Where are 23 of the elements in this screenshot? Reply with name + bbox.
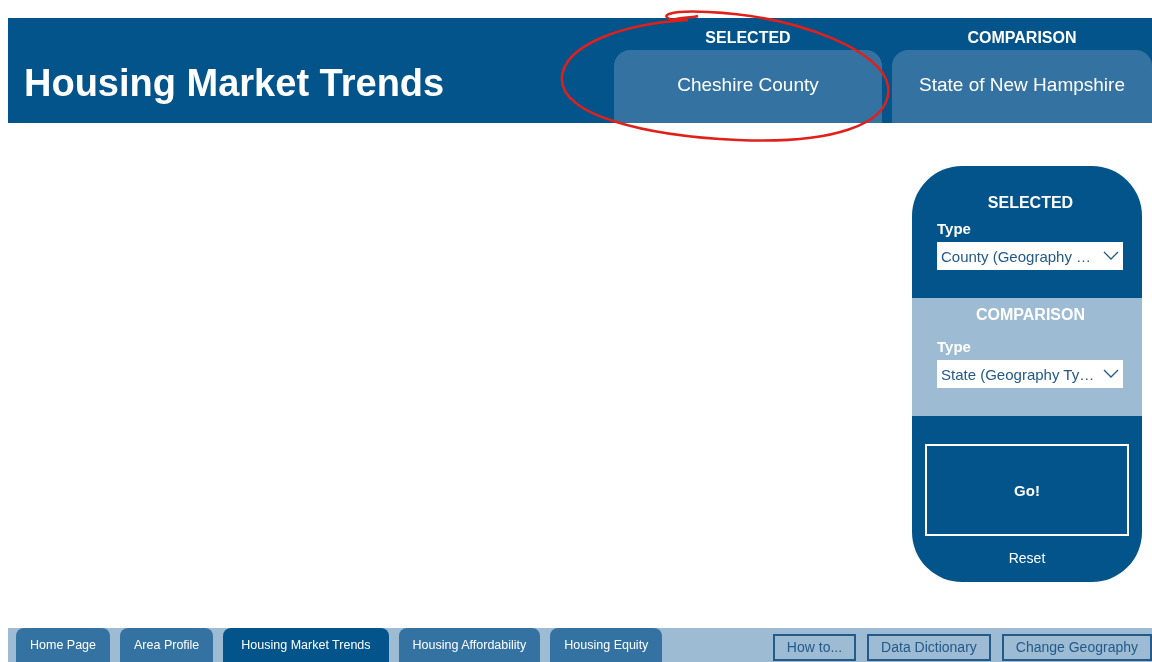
field-label: Type	[937, 338, 971, 355]
area-label: SELECTED	[705, 28, 791, 48]
nav-tab[interactable]: Housing Affordability	[398, 628, 541, 662]
nav-button[interactable]: How to...	[772, 633, 857, 661]
area-tile: Cheshire County	[614, 50, 882, 123]
page-title: Housing Market Trends	[24, 62, 445, 105]
area-label: COMPARISON	[967, 28, 1077, 48]
nav-tab[interactable]: Housing Equity	[550, 628, 663, 662]
nav-button[interactable]: Change Geography	[1001, 633, 1152, 661]
go-button[interactable]: Go!	[925, 444, 1129, 536]
area-tile: State of New Hampshire	[892, 50, 1152, 123]
type-dropdown[interactable]: State (Geography Ty…	[937, 360, 1123, 388]
chevron-down-icon[interactable]	[1103, 369, 1119, 379]
nav-button[interactable]: Data Dictionary	[867, 633, 991, 661]
field-label: Type	[937, 220, 971, 237]
reset-link[interactable]: Reset	[1008, 550, 1046, 566]
nav-tab[interactable]: Housing Market Trends	[223, 628, 389, 662]
nav-tab[interactable]: Home Page	[16, 628, 110, 662]
section-heading: SELECTED	[986, 194, 1074, 212]
type-dropdown[interactable]: County (Geography …	[937, 242, 1123, 270]
nav-tab[interactable]: Area Profile	[120, 628, 214, 662]
section-heading: COMPARISON	[974, 306, 1085, 324]
chevron-down-icon[interactable]	[1103, 251, 1119, 261]
